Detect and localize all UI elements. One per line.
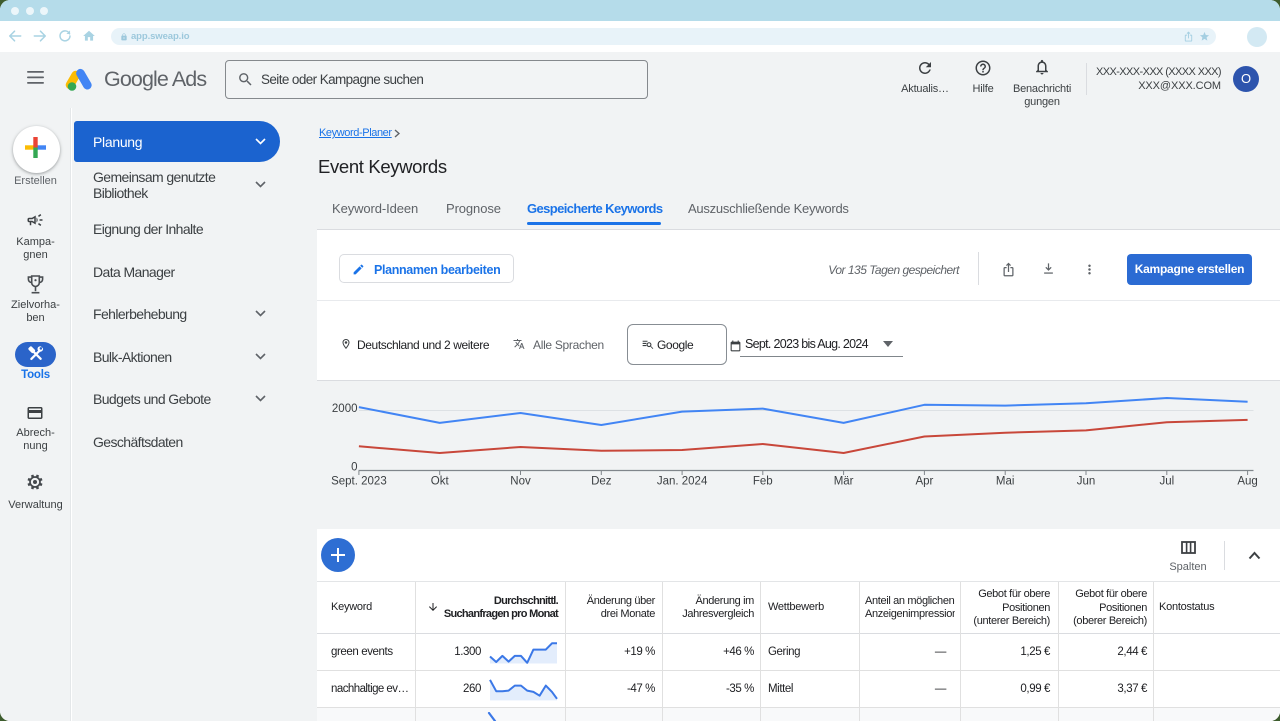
- svg-text:Jun: Jun: [1077, 476, 1096, 488]
- svg-text:Nov: Nov: [510, 476, 531, 488]
- svg-text:0: 0: [351, 462, 357, 474]
- svg-text:Feb: Feb: [753, 476, 773, 488]
- svg-text:Sept. 2023: Sept. 2023: [331, 476, 387, 488]
- svg-text:Apr: Apr: [915, 476, 933, 488]
- svg-text:Dez: Dez: [591, 476, 612, 488]
- svg-text:2000: 2000: [332, 403, 358, 415]
- svg-text:Mär: Mär: [834, 476, 854, 488]
- svg-text:Okt: Okt: [431, 476, 450, 488]
- svg-text:Mai: Mai: [996, 476, 1015, 488]
- svg-text:Jan. 2024: Jan. 2024: [657, 476, 708, 488]
- svg-text:Jul: Jul: [1159, 476, 1174, 488]
- svg-text:Aug: Aug: [1237, 476, 1257, 488]
